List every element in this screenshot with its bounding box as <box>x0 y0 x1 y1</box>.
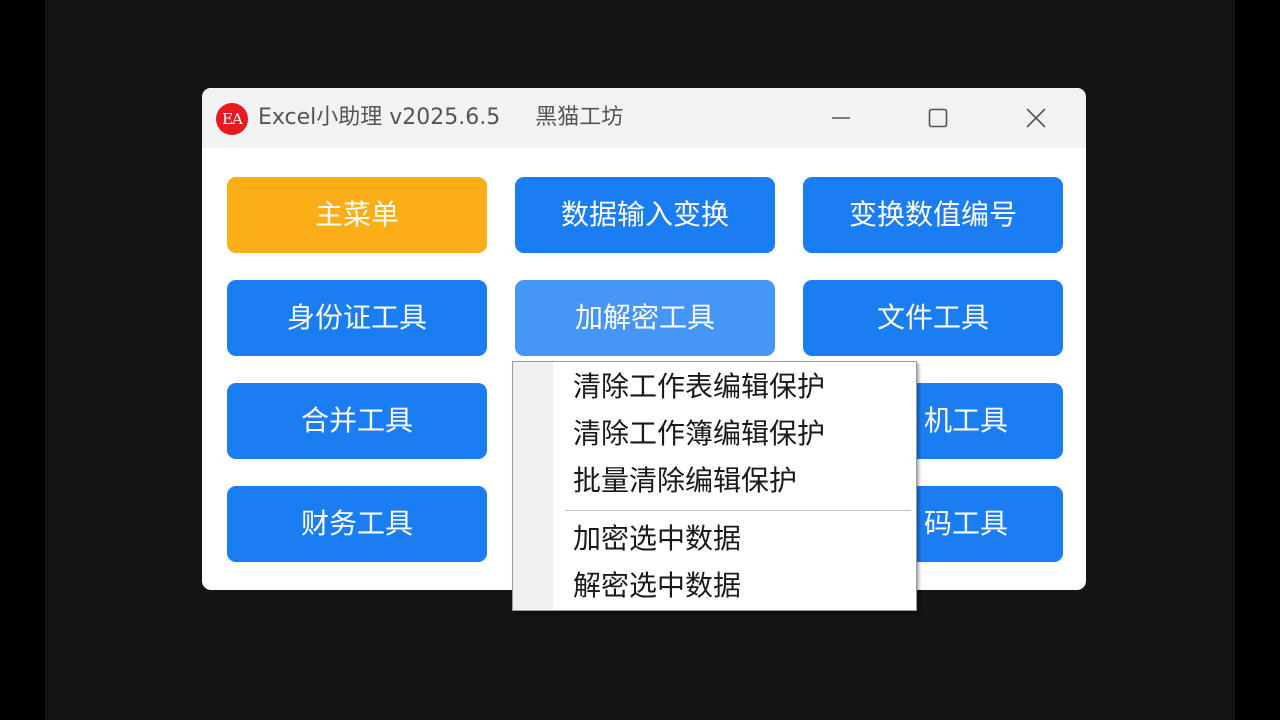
menu-separator <box>565 510 911 511</box>
menu-item-encrypt-selection[interactable]: 加密选中数据 <box>573 516 741 562</box>
menu-item-clear-sheet-protection[interactable]: 清除工作表编辑保护 <box>573 364 825 410</box>
menu-item-clear-workbook-protection[interactable]: 清除工作簿编辑保护 <box>573 411 825 457</box>
menu-icon-gutter <box>513 362 553 610</box>
menu-item-decrypt-selection[interactable]: 解密选中数据 <box>573 563 741 609</box>
id-card-tools-button[interactable]: 身份证工具 <box>227 280 487 356</box>
maximize-button[interactable] <box>914 98 962 138</box>
merge-tools-button[interactable]: 合并工具 <box>227 383 487 459</box>
minimize-icon <box>832 117 850 119</box>
minimize-button[interactable] <box>817 98 865 138</box>
menu-item-batch-clear-protection[interactable]: 批量清除编辑保护 <box>573 458 797 504</box>
window-title: Excel小助理 v2025.6.5 黑猫工坊 <box>258 105 624 130</box>
main-menu-button[interactable]: 主菜单 <box>227 177 487 253</box>
transform-number-code-button[interactable]: 变换数值编号 <box>803 177 1063 253</box>
maximize-icon <box>928 108 948 128</box>
row4-col3-label: 码工具 <box>923 507 1008 540</box>
app-logo-icon: EA <box>216 103 248 135</box>
row3-col3-label: 机工具 <box>923 404 1008 437</box>
file-tools-button[interactable]: 文件工具 <box>803 280 1063 356</box>
close-button[interactable] <box>1012 98 1060 138</box>
finance-tools-button[interactable]: 财务工具 <box>227 486 487 562</box>
close-icon <box>1026 108 1046 128</box>
title-bar[interactable]: EA Excel小助理 v2025.6.5 黑猫工坊 <box>202 88 1086 148</box>
data-input-transform-button[interactable]: 数据输入变换 <box>515 177 775 253</box>
encrypt-decrypt-tools-button[interactable]: 加解密工具 <box>515 280 775 356</box>
encrypt-context-menu: 清除工作表编辑保护 清除工作簿编辑保护 批量清除编辑保护 加密选中数据 解密选中… <box>512 361 917 611</box>
